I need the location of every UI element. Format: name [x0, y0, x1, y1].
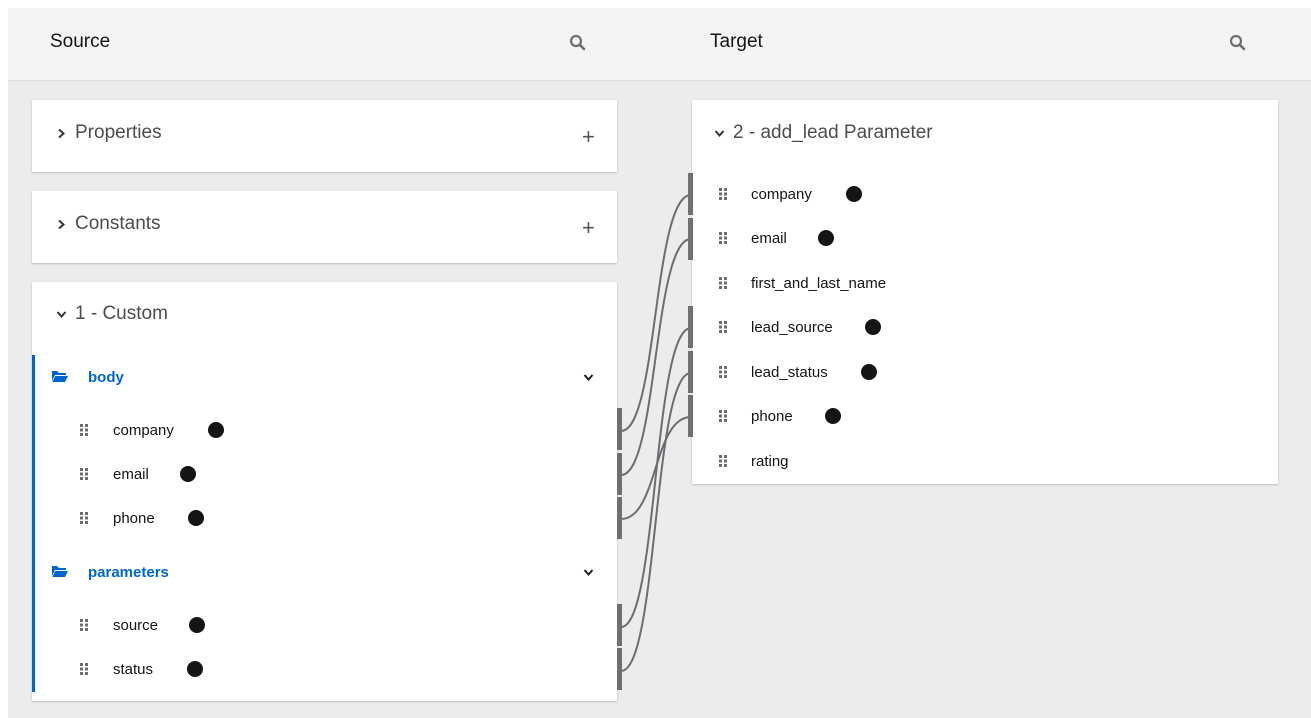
chevron-down-icon[interactable]: [583, 372, 594, 383]
grip-icon[interactable]: [719, 188, 727, 200]
field-label: company: [113, 421, 174, 439]
custom-label: 1 - Custom: [75, 303, 168, 324]
source-search-icon[interactable]: [569, 34, 587, 52]
constants-header[interactable]: Constants: [56, 213, 161, 235]
field-label: lead_source: [751, 318, 833, 336]
mapped-dot-icon: [208, 422, 224, 438]
constants-label: Constants: [75, 213, 161, 234]
source-field-status[interactable]: status: [32, 658, 617, 680]
properties-header[interactable]: Properties: [56, 122, 162, 144]
field-label: source: [113, 616, 159, 634]
field-label: rating: [751, 452, 789, 470]
chevron-down-icon: [714, 129, 725, 137]
field-label: first_and_last_name: [751, 274, 887, 292]
field-label: company: [751, 185, 812, 203]
source-pane-title: Source: [50, 31, 111, 52]
mapped-dot-icon: [861, 364, 877, 380]
target-panel-header[interactable]: 2 - add_lead Parameter: [714, 122, 933, 144]
grip-icon[interactable]: [719, 277, 727, 289]
field-label: email: [751, 229, 787, 247]
chevron-right-icon: [58, 128, 66, 138]
mapped-dot-icon: [187, 661, 203, 677]
field-label: phone: [113, 509, 155, 527]
grip-icon[interactable]: [719, 366, 727, 378]
custom-header[interactable]: 1 - Custom: [56, 303, 168, 325]
folder-parameters[interactable]: parameters: [32, 560, 616, 584]
target-search-icon[interactable]: [1229, 34, 1247, 52]
field-label: phone: [751, 407, 793, 425]
grip-icon[interactable]: [719, 455, 727, 467]
mapped-dot-icon: [180, 466, 196, 482]
target-field-rating[interactable]: rating: [692, 450, 1278, 472]
target-field-lead-status[interactable]: lead_status: [692, 361, 1278, 383]
source-field-company[interactable]: company: [32, 419, 617, 441]
mapped-dot-icon: [189, 617, 205, 633]
mapped-dot-icon: [865, 319, 881, 335]
properties-label: Properties: [75, 122, 162, 143]
grip-icon[interactable]: [719, 232, 727, 244]
grip-icon[interactable]: [80, 619, 88, 631]
grip-icon[interactable]: [80, 663, 88, 675]
target-field-lead-source[interactable]: lead_source: [692, 316, 1278, 338]
target-pane-title: Target: [710, 31, 763, 52]
field-label: lead_status: [751, 363, 828, 381]
grip-icon[interactable]: [719, 321, 727, 333]
folder-body[interactable]: body: [32, 365, 616, 389]
target-panel: 2 - add_lead Parameter company email fir…: [692, 100, 1278, 484]
add-property-plus-icon[interactable]: +: [582, 126, 595, 148]
custom-source-panel: 1 - Custom body company email phone para…: [32, 282, 617, 701]
field-label: email: [113, 465, 149, 483]
constants-panel: Constants +: [32, 191, 617, 263]
chevron-down-icon[interactable]: [583, 567, 594, 578]
target-field-email[interactable]: email: [692, 227, 1278, 249]
folder-open-icon: [52, 566, 68, 577]
target-field-company[interactable]: company: [692, 183, 1278, 205]
mapped-dot-icon: [825, 408, 841, 424]
grip-icon[interactable]: [80, 468, 88, 480]
source-field-source[interactable]: source: [32, 614, 617, 636]
grip-icon[interactable]: [80, 424, 88, 436]
source-field-phone[interactable]: phone: [32, 507, 617, 529]
grip-icon[interactable]: [80, 512, 88, 524]
chevron-right-icon: [58, 219, 66, 229]
target-field-first-and-last-name[interactable]: first_and_last_name: [692, 272, 1278, 294]
target-field-phone[interactable]: phone: [692, 405, 1278, 427]
add-constant-plus-icon[interactable]: +: [582, 217, 595, 239]
grip-icon[interactable]: [719, 410, 727, 422]
chevron-down-icon: [56, 310, 67, 318]
mapper-toolbar: Source Target: [8, 8, 1311, 81]
mapped-dot-icon: [818, 230, 834, 246]
field-label: status: [113, 660, 154, 678]
mapped-dot-icon: [846, 186, 862, 202]
folder-open-icon: [52, 371, 68, 382]
mapper-canvas: Source Target Properties + Constants + 1…: [8, 8, 1311, 718]
folder-label: body: [88, 368, 124, 386]
mapped-dot-icon: [188, 510, 204, 526]
target-panel-label: 2 - add_lead Parameter: [733, 122, 933, 143]
source-field-email[interactable]: email: [32, 463, 617, 485]
folder-label: parameters: [88, 563, 169, 581]
properties-panel: Properties +: [32, 100, 617, 172]
